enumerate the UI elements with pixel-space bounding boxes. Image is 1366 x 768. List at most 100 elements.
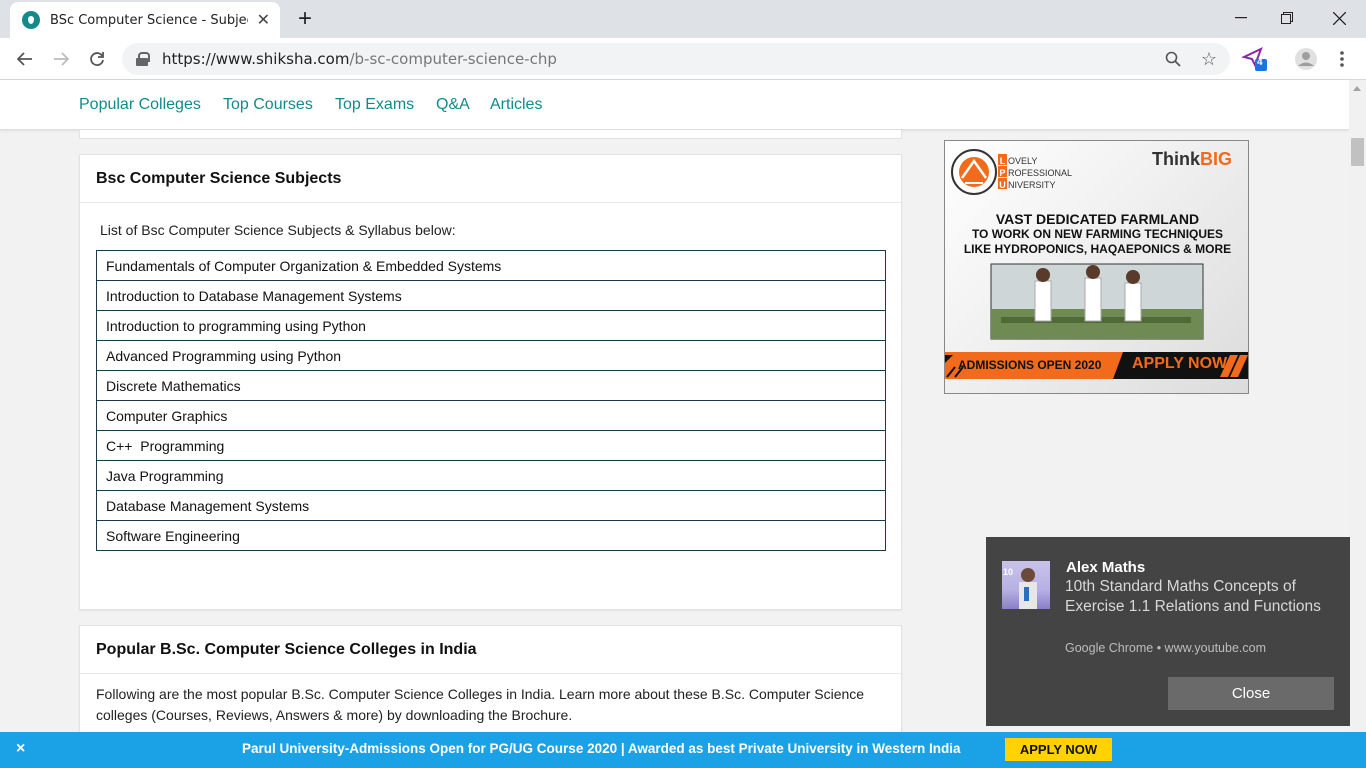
scroll-up-arrow-icon[interactable] [1353, 86, 1361, 91]
restore-icon[interactable] [1264, 4, 1310, 32]
notification-source: Google Chrome • www.youtube.com [1065, 641, 1266, 655]
ad-headline-1: VAST DEDICATED FARMLAND [995, 211, 1200, 227]
ad-initial-u: U [999, 180, 1006, 190]
ad-brand-name: OVELY ROFESSIONAL NIVERSITY [1008, 155, 1072, 191]
subjects-card: Bsc Computer Science Subjects List of Bs… [79, 154, 902, 610]
subject-cell: Database Management Systems [96, 490, 886, 521]
table-row: Advanced Programming using Python [96, 340, 886, 371]
previous-card-bottom [79, 130, 902, 139]
promo-banner: × Parul University-Admissions Open for P… [0, 732, 1366, 768]
subject-cell: Advanced Programming using Python [96, 340, 886, 371]
table-row: C++ Programming [96, 430, 886, 461]
banner-close-icon[interactable]: × [16, 740, 25, 758]
ad-headline-3: LIKE HYDROPONICS, HAQAEPONICS & MORE [963, 242, 1232, 256]
forward-glyph [54, 52, 69, 66]
ad-admissions-text: ADMISSIONS OPEN 2020 [958, 358, 1102, 372]
new-tab-button[interactable]: + [289, 5, 321, 33]
url-host: https://www.shiksha.com [162, 50, 350, 68]
subjects-intro: List of Bsc Computer Science Subjects & … [100, 222, 456, 238]
subject-cell: Introduction to programming using Python [96, 310, 886, 341]
nav-top-exams[interactable]: Top Exams [335, 96, 414, 114]
browser-tab[interactable]: BSc Computer Science - Subjects ✕ [10, 2, 280, 38]
nav-popular-colleges[interactable]: Popular Colleges [79, 96, 201, 114]
magnifier-glyph [1165, 51, 1181, 67]
ad-initials: L P U [998, 155, 1007, 191]
table-row: Introduction to programming using Python [96, 310, 886, 341]
colleges-card: Popular B.Sc. Computer Science Colleges … [79, 625, 902, 745]
table-row: Java Programming [96, 460, 886, 491]
ad-tagline: ThinkBIG [1152, 149, 1232, 170]
nav-articles[interactable]: Articles [490, 96, 542, 114]
banner-apply-button[interactable]: APPLY NOW [1005, 738, 1112, 761]
extension-icon[interactable]: 4 [1240, 44, 1268, 72]
extension-badge: 4 [1257, 57, 1263, 68]
bookmark-star-icon[interactable]: ☆ [1196, 48, 1222, 70]
subject-cell: Introduction to Database Management Syst… [96, 280, 886, 311]
chrome-notification: 10 Alex Maths 10th Standard Maths Concep… [986, 537, 1350, 726]
ad-apply-now[interactable]: APPLY NOW [1132, 355, 1227, 373]
nav-qa[interactable]: Q&A [436, 96, 470, 114]
nav-top-courses[interactable]: Top Courses [223, 96, 313, 114]
url-path: /b-sc-computer-science-chp [349, 50, 557, 68]
subject-cell: Computer Graphics [96, 400, 886, 431]
subject-cell: Java Programming [96, 460, 886, 491]
table-row: Software Engineering [96, 520, 886, 551]
notification-thumbnail: 10 [1002, 561, 1050, 609]
tab-title: BSc Computer Science - Subjects [50, 12, 248, 28]
subject-cell: C++ Programming [96, 430, 886, 461]
close-glyph [1332, 11, 1346, 25]
tab-close-icon[interactable]: ✕ [257, 10, 270, 30]
banner-text: Parul University-Admissions Open for PG/… [242, 741, 961, 756]
back-icon[interactable] [10, 44, 40, 74]
subject-cell: Fundamentals of Computer Organization & … [96, 250, 886, 281]
colleges-card-title: Popular B.Sc. Computer Science Colleges … [80, 626, 901, 674]
address-bar[interactable]: https://www.shiksha.com/b-sc-computer-sc… [122, 43, 1230, 75]
reload-glyph [90, 52, 104, 66]
extension-glyph [1241, 47, 1267, 71]
notification-title: Alex Maths [1066, 559, 1146, 576]
shiksha-favicon-icon [22, 11, 40, 29]
restore-glyph [1281, 12, 1293, 24]
minimize-glyph [1235, 17, 1247, 19]
thumbnail-text: 10 [1003, 567, 1014, 577]
table-row: Discrete Mathematics [96, 370, 886, 401]
subjects-card-title: Bsc Computer Science Subjects [80, 155, 901, 203]
ad-headline: VAST DEDICATED FARMLAND TO WORK ON NEW F… [945, 211, 1248, 257]
ad-initial-l: L [999, 156, 1006, 166]
site-navigation: Popular Colleges Top Courses Top Exams Q… [0, 80, 1349, 130]
avatar-glyph [1295, 48, 1317, 70]
lpu-advertisement[interactable]: L P U OVELY ROFESSIONAL NIVERSITY ThinkB… [944, 140, 1249, 394]
subject-cell: Software Engineering [96, 520, 886, 551]
forward-icon[interactable] [46, 44, 76, 74]
minimize-icon[interactable] [1218, 4, 1264, 32]
zoom-icon[interactable] [1160, 48, 1186, 70]
reload-icon[interactable] [82, 44, 112, 74]
table-row: Computer Graphics [96, 400, 886, 431]
page-scrollbar[interactable] [1349, 80, 1366, 732]
chrome-menu-icon[interactable] [1328, 45, 1356, 73]
notification-close-button[interactable]: Close [1168, 677, 1334, 710]
table-row: Database Management Systems [96, 490, 886, 521]
kebab-glyph [1340, 51, 1344, 67]
table-row: Introduction to Database Management Syst… [96, 280, 886, 311]
colleges-intro: Following are the most popular B.Sc. Com… [96, 686, 865, 723]
subjects-table: Fundamentals of Computer Organization & … [96, 250, 886, 551]
ad-brand-line-3: NIVERSITY [1008, 180, 1056, 190]
back-glyph [17, 52, 32, 66]
browser-tabstrip: BSc Computer Science - Subjects ✕ + [0, 0, 1366, 38]
lock-icon [136, 52, 150, 66]
notification-body: 10th Standard Maths Concepts of Exercise… [1065, 578, 1321, 615]
ad-tagline-big: BIG [1200, 149, 1233, 169]
ad-brand-line-2: ROFESSIONAL [1008, 168, 1073, 178]
browser-toolbar: https://www.shiksha.com/b-sc-computer-sc… [0, 38, 1366, 80]
scrollbar-thumb[interactable] [1351, 138, 1364, 166]
table-row: Fundamentals of Computer Organization & … [96, 250, 886, 281]
profile-avatar-icon[interactable] [1292, 45, 1320, 73]
ad-tagline-think: Think [1152, 149, 1200, 169]
ad-headline-2: TO WORK ON NEW FARMING TECHNIQUES [971, 227, 1224, 241]
subject-cell: Discrete Mathematics [96, 370, 886, 401]
window-close-icon[interactable] [1316, 4, 1362, 32]
ad-initial-p: P [999, 168, 1006, 178]
ad-brand-line-1: OVELY [1008, 156, 1038, 166]
url-text: https://www.shiksha.com/b-sc-computer-sc… [162, 50, 557, 68]
